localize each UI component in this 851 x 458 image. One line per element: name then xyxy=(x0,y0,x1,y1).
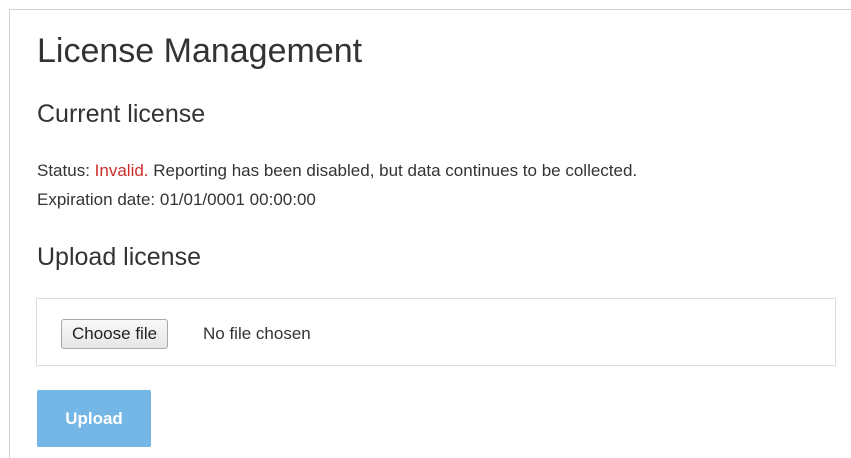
status-label: Status: xyxy=(37,161,90,180)
status-value-invalid: Invalid. xyxy=(94,161,149,180)
file-status-text: No file chosen xyxy=(203,324,311,343)
license-status-line: Status: Invalid. Reporting has been disa… xyxy=(37,161,637,181)
current-license-heading: Current license xyxy=(37,100,206,128)
file-input-container: Choose file No file chosen xyxy=(36,298,836,366)
license-management-panel: License Management Current license Statu… xyxy=(9,9,851,458)
upload-license-heading: Upload license xyxy=(37,243,201,271)
expiration-date-line: Expiration date: 01/01/0001 00:00:00 xyxy=(37,190,316,210)
choose-file-button[interactable]: Choose file xyxy=(61,319,169,349)
page-title: License Management xyxy=(37,32,363,70)
expiration-label: Expiration date: xyxy=(37,190,156,209)
upload-button[interactable]: Upload xyxy=(37,390,151,447)
status-message: Reporting has been disabled, but data co… xyxy=(153,161,638,180)
expiration-value: 01/01/0001 00:00:00 xyxy=(159,190,316,209)
